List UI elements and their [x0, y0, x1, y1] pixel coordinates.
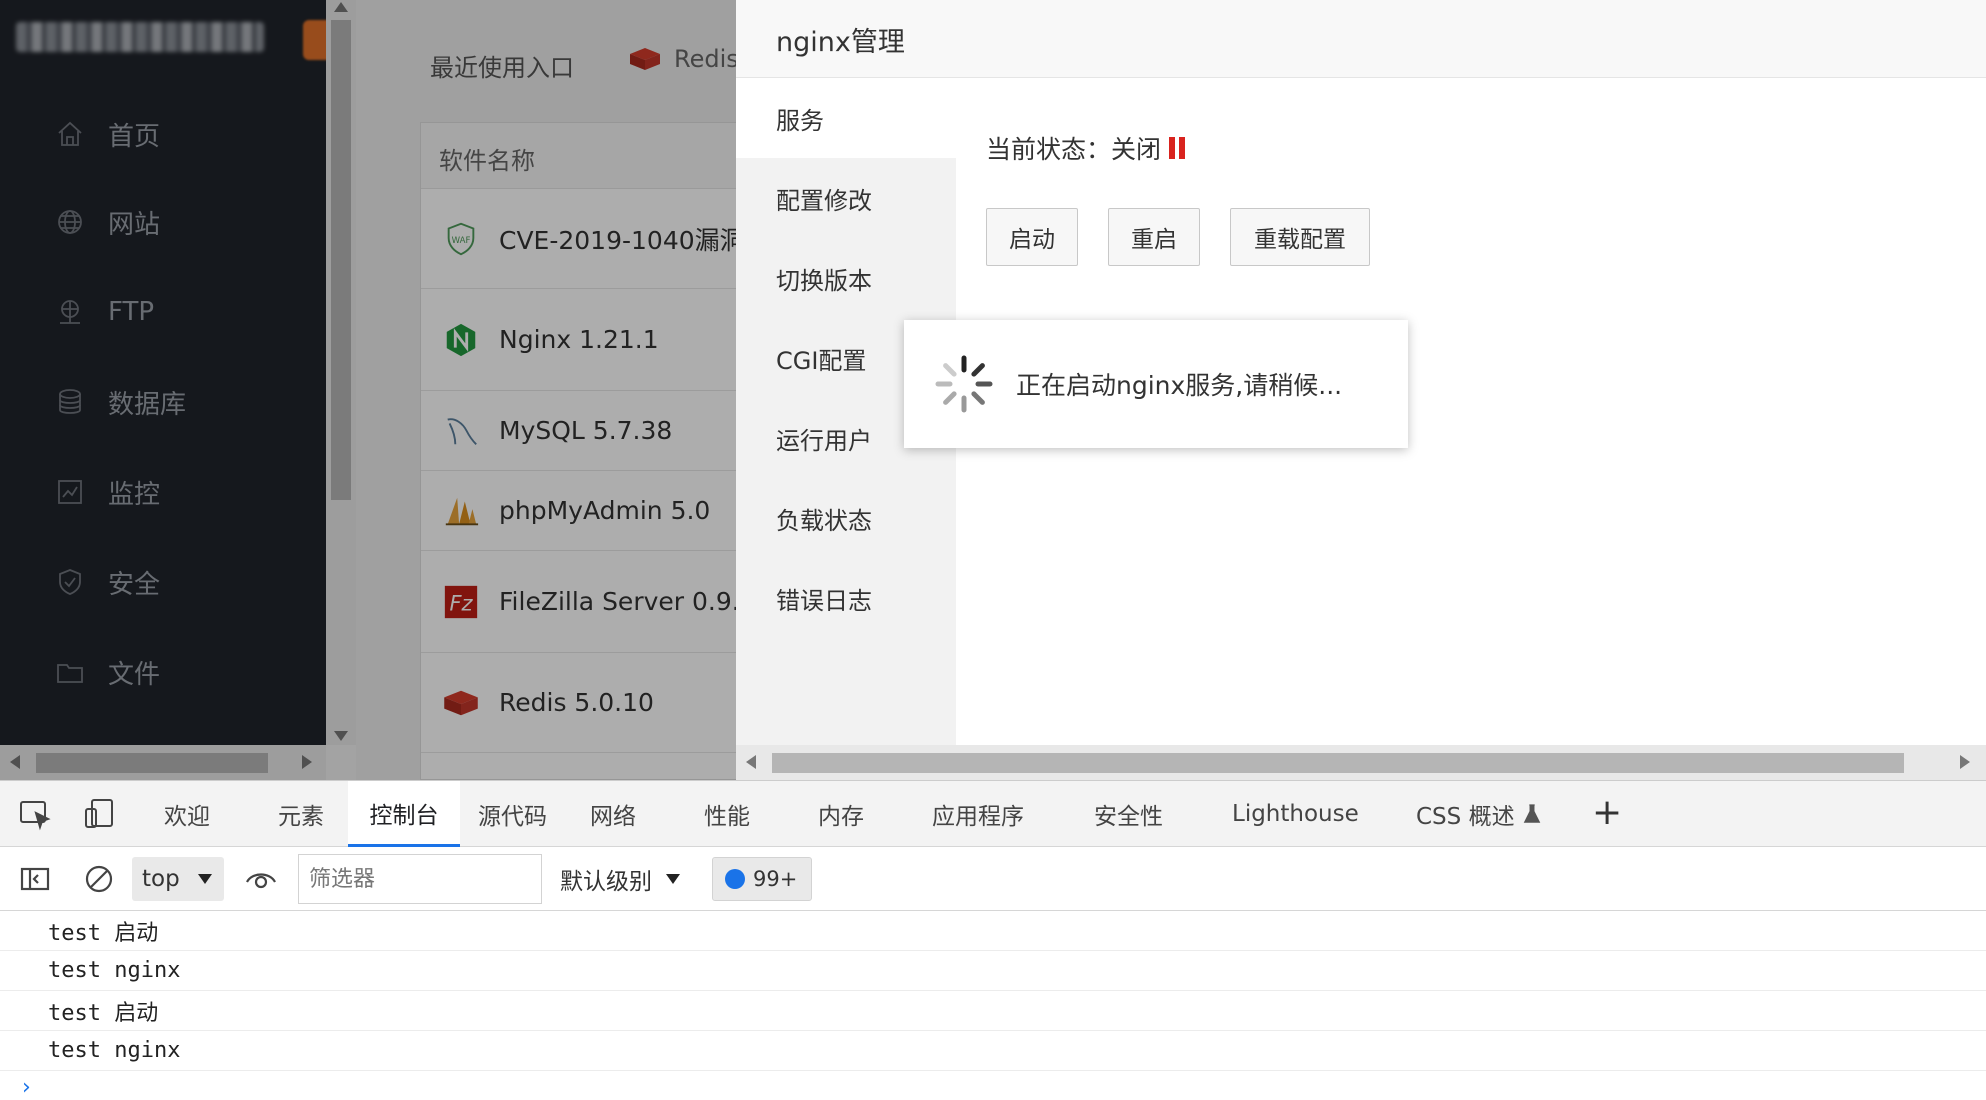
console-message-text: test nginx: [48, 958, 181, 983]
app-window: 首页 网站 FTP 数据库 监控 安全 文件 最近使用入口 Redis 软件名称…: [0, 0, 1986, 1100]
menu-item-error-log[interactable]: 错误日志: [736, 558, 956, 638]
devtools-tab-bar: 欢迎 元素 控制台 源代码 网络 性能 内存 应用程序 安全性 Lighthou…: [0, 781, 1986, 847]
console-message[interactable]: test 启动: [0, 911, 1986, 951]
inspect-element-icon[interactable]: [18, 797, 52, 831]
console-toolbar: top 默认级别 99+: [0, 847, 1986, 911]
loading-toast: 正在启动nginx服务,请稍候...: [904, 320, 1408, 448]
menu-item-label: CGI配置: [776, 346, 867, 375]
tab-console[interactable]: 控制台: [348, 781, 460, 847]
tab-elements[interactable]: 元素: [278, 781, 324, 847]
console-message-text: test nginx: [48, 1038, 181, 1063]
devtools-panel: 欢迎 元素 控制台 源代码 网络 性能 内存 应用程序 安全性 Lighthou…: [0, 780, 1986, 1100]
menu-item-label: 服务: [776, 106, 824, 135]
tab-memory[interactable]: 内存: [818, 781, 864, 847]
loading-message: 正在启动nginx服务,请稍候...: [1016, 371, 1343, 400]
menu-item-service[interactable]: 服务: [736, 78, 956, 158]
reload-config-button[interactable]: 重载配置: [1230, 208, 1370, 266]
context-value: top: [142, 866, 180, 892]
menu-item-label: 错误日志: [776, 586, 872, 615]
spinner-icon: [935, 355, 993, 413]
chevron-down-icon: [198, 874, 212, 884]
scroll-right-icon[interactable]: [1960, 755, 1970, 769]
experiment-flask-icon: [1523, 804, 1540, 823]
menu-item-switch-version[interactable]: 切换版本: [736, 238, 956, 318]
dialog-title: nginx管理: [776, 27, 905, 58]
menu-item-load-status[interactable]: 负载状态: [736, 478, 956, 558]
menu-item-label: 配置修改: [776, 186, 872, 215]
log-level-value: 默认级别: [560, 869, 652, 895]
browser-page: 首页 网站 FTP 数据库 监控 安全 文件 最近使用入口 Redis 软件名称…: [0, 0, 1986, 780]
menu-item-label: 负载状态: [776, 506, 872, 535]
console-message[interactable]: test nginx: [0, 1031, 1986, 1071]
tab-lighthouse[interactable]: Lighthouse: [1232, 781, 1359, 847]
tab-css-overview[interactable]: CSS 概述: [1416, 781, 1541, 847]
tab-security[interactable]: 安全性: [1094, 781, 1163, 847]
menu-item-config[interactable]: 配置修改: [736, 158, 956, 238]
tab-performance[interactable]: 性能: [704, 781, 750, 847]
context-select[interactable]: top: [132, 857, 224, 901]
tab-label: CSS 概述: [1416, 804, 1515, 830]
chevron-down-icon: [666, 874, 680, 884]
status-label: 当前状态：关闭: [986, 135, 1162, 164]
restart-button[interactable]: 重启: [1108, 208, 1200, 266]
device-toolbar-icon[interactable]: [82, 797, 116, 831]
dialog-header: nginx管理: [736, 0, 1986, 78]
stopped-icon: [1169, 137, 1186, 159]
menu-item-label: 切换版本: [776, 266, 872, 295]
scroll-left-icon[interactable]: [746, 755, 756, 769]
tab-application[interactable]: 应用程序: [932, 781, 1024, 847]
dialog-horizontal-scrollbar[interactable]: [736, 745, 1986, 780]
start-button[interactable]: 启动: [986, 208, 1078, 266]
clear-console-icon[interactable]: [82, 862, 116, 896]
console-message-text: test 启动: [48, 920, 159, 946]
tab-sources[interactable]: 源代码: [478, 781, 547, 847]
live-expression-eye-icon[interactable]: [244, 862, 278, 896]
console-prompt[interactable]: ›: [22, 1075, 31, 1100]
sidebar-toggle-icon[interactable]: [18, 862, 52, 896]
console-filter-input[interactable]: [298, 854, 542, 904]
console-message-text: test 启动: [48, 1000, 159, 1026]
more-tabs-plus-icon[interactable]: +: [1592, 795, 1622, 831]
console-message[interactable]: test 启动: [0, 991, 1986, 1031]
tab-welcome[interactable]: 欢迎: [164, 781, 210, 847]
message-bubble-icon: [725, 869, 745, 889]
log-level-select[interactable]: 默认级别: [560, 857, 680, 901]
issues-button[interactable]: 99+: [712, 857, 812, 901]
service-status: 当前状态：关闭: [986, 130, 1186, 166]
tab-network[interactable]: 网络: [590, 781, 636, 847]
console-output: test 启动 test nginx test 启动 test nginx ›: [0, 911, 1986, 1100]
menu-item-label: 运行用户: [776, 426, 872, 455]
issues-count: 99+: [753, 867, 798, 891]
scrollbar-thumb[interactable]: [772, 753, 1904, 773]
console-message[interactable]: test nginx: [0, 951, 1986, 991]
